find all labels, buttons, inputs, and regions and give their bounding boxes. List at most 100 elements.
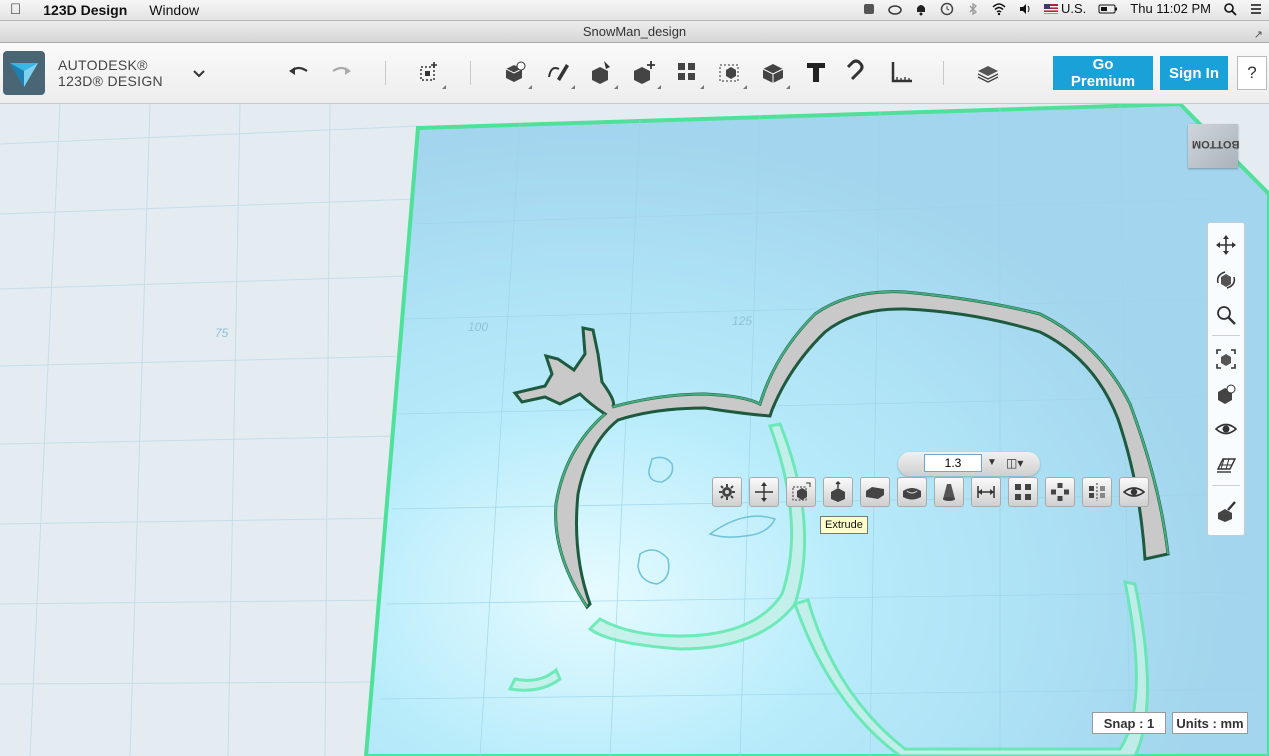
wifi-icon[interactable] xyxy=(992,2,1006,16)
eye-icon xyxy=(1215,423,1237,435)
distance-dropdown-icon[interactable]: ▼ xyxy=(987,457,997,468)
orbit-button[interactable] xyxy=(1214,268,1238,292)
cloud-icon[interactable] xyxy=(888,2,902,16)
3d-viewport[interactable]: 75 100 125 BOTTOM 1.3 ▼ ◫▾ Extrude Snap … xyxy=(0,104,1269,756)
push-pull-button[interactable] xyxy=(823,477,853,507)
move-button[interactable] xyxy=(749,477,779,507)
zoom-button[interactable] xyxy=(1214,303,1238,327)
undo-button[interactable] xyxy=(284,57,314,87)
notification-bell-icon[interactable] xyxy=(914,2,928,16)
sweep-icon xyxy=(866,487,884,499)
fit-view-icon xyxy=(1216,349,1236,369)
sketch-button[interactable] xyxy=(543,57,575,89)
app-menu[interactable]: 123D Design xyxy=(43,2,127,18)
toolbar-separator xyxy=(943,61,944,85)
chevron-down-icon[interactable] xyxy=(190,65,208,81)
orbit-icon xyxy=(1216,271,1236,289)
input-source-label: U.S. xyxy=(1061,1,1087,16)
extrude-distance-control: ▼ ◫▾ xyxy=(898,452,1040,476)
view-cube-label: BOTTOM xyxy=(1192,138,1240,150)
redo-icon xyxy=(332,66,351,75)
extrude-options-dropdown[interactable]: ◫▾ xyxy=(1006,456,1023,470)
push-pull-icon xyxy=(831,481,845,502)
volume-icon[interactable] xyxy=(1018,2,1032,16)
modify-icon xyxy=(634,61,655,84)
go-premium-button[interactable]: Go Premium xyxy=(1053,56,1153,90)
circular-pattern-button[interactable] xyxy=(1045,477,1075,507)
help-button[interactable]: ? xyxy=(1237,56,1267,90)
sketch-pencil-icon xyxy=(548,64,569,81)
transform-icon xyxy=(420,62,437,81)
measure-button[interactable] xyxy=(887,57,917,87)
construct-button[interactable] xyxy=(586,57,618,89)
mirror-icon xyxy=(1089,483,1105,501)
gear-icon xyxy=(719,484,735,500)
brand-product: 123D® DESIGN xyxy=(58,73,163,89)
rectangular-pattern-icon xyxy=(1015,484,1031,500)
material-view-button[interactable] xyxy=(1214,499,1238,523)
units-status[interactable]: Units : mm xyxy=(1172,712,1248,734)
view-mode-button[interactable] xyxy=(1214,382,1238,406)
window-menu[interactable]: Window xyxy=(149,2,199,18)
fit-view-button[interactable] xyxy=(1214,347,1238,371)
mirror-button[interactable] xyxy=(1082,477,1112,507)
pattern-button[interactable] xyxy=(672,57,704,89)
grouping-button[interactable] xyxy=(715,57,747,89)
grid-label: 100 xyxy=(468,320,489,334)
pan-icon xyxy=(1216,235,1236,255)
clock[interactable]: Thu 11:02 PM xyxy=(1130,1,1211,16)
spotlight-search-icon[interactable] xyxy=(1223,2,1237,16)
window-title-bar: SnowMan_design ↗ xyxy=(0,21,1269,43)
toolbar-separator xyxy=(470,61,471,85)
text-button[interactable] xyxy=(801,57,831,87)
battery-status-icon[interactable] xyxy=(862,2,876,16)
primitives-icon xyxy=(505,61,526,82)
battery-icon[interactable] xyxy=(1098,2,1118,16)
redo-button[interactable] xyxy=(326,57,356,87)
nav-separator xyxy=(1212,485,1240,486)
brand-autodesk: AUTODESK® xyxy=(58,57,148,73)
notification-center-icon[interactable] xyxy=(1249,2,1263,16)
snap-status[interactable]: Snap : 1 xyxy=(1092,712,1166,734)
rectangular-pattern-button[interactable] xyxy=(1008,477,1038,507)
input-source-menu[interactable]: U.S. xyxy=(1044,1,1086,16)
construct-icon xyxy=(592,61,610,84)
eye-icon xyxy=(1123,487,1145,497)
measure-tool-button[interactable] xyxy=(971,477,1001,507)
123d-logo-icon[interactable] xyxy=(3,51,45,95)
grid-toggle-button[interactable] xyxy=(1214,452,1238,476)
material-layers-icon xyxy=(977,66,999,83)
time-machine-icon[interactable] xyxy=(940,2,954,16)
magnet-icon xyxy=(846,59,864,81)
extrude-button[interactable] xyxy=(786,477,816,507)
window-title: SnowMan_design xyxy=(582,24,687,39)
pattern-icon xyxy=(678,63,695,80)
visibility-button[interactable] xyxy=(1214,417,1238,441)
combine-button[interactable] xyxy=(758,57,790,89)
combine-icon xyxy=(762,64,784,83)
modify-button[interactable] xyxy=(629,57,661,89)
sign-in-button[interactable]: Sign In xyxy=(1160,56,1228,90)
pan-button[interactable] xyxy=(1214,233,1238,257)
toolbar-separator xyxy=(385,61,386,85)
grid-label: 125 xyxy=(732,314,753,328)
grid-icon xyxy=(1216,458,1237,473)
material-button[interactable] xyxy=(973,57,1003,87)
revolve-button[interactable] xyxy=(897,477,927,507)
apple-icon[interactable]:  xyxy=(10,1,21,18)
undo-icon xyxy=(289,66,308,75)
view-cube[interactable]: BOTTOM xyxy=(1188,124,1240,176)
us-flag-icon xyxy=(1044,3,1058,14)
sweep-button[interactable] xyxy=(860,477,890,507)
snap-button[interactable] xyxy=(844,57,874,87)
extrude-distance-input[interactable] xyxy=(924,454,982,472)
loft-icon xyxy=(943,484,955,501)
primitives-button[interactable] xyxy=(500,57,532,89)
loft-button[interactable] xyxy=(934,477,964,507)
transform-button[interactable] xyxy=(414,57,446,89)
extrude-icon xyxy=(792,482,811,501)
scene-canvas[interactable] xyxy=(0,104,1269,756)
bluetooth-icon[interactable] xyxy=(966,2,980,16)
hide-button[interactable] xyxy=(1119,477,1149,507)
settings-button[interactable] xyxy=(712,477,742,507)
